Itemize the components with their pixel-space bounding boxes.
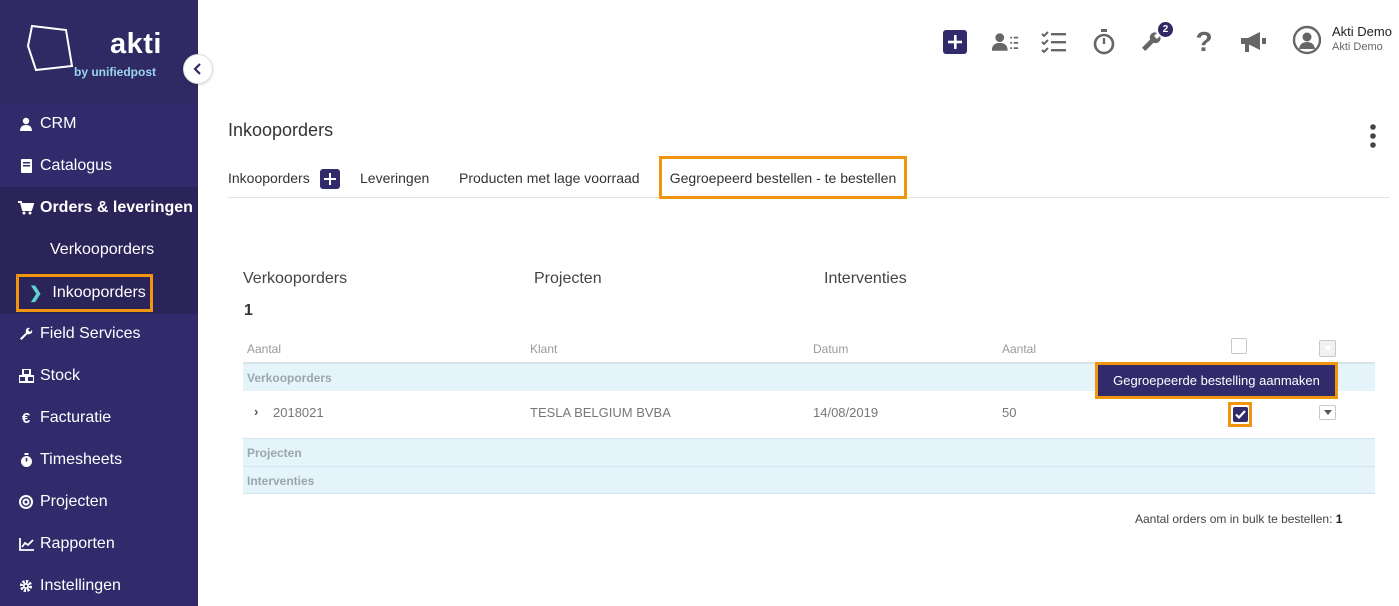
add-inkooporder-button[interactable] xyxy=(320,169,340,189)
collapse-sidebar-button[interactable] xyxy=(183,54,213,84)
user-avatar-button[interactable] xyxy=(1292,25,1322,55)
tab-producten-lage-voorraad[interactable]: Producten met lage voorraad xyxy=(459,170,640,186)
sidebar-item-label: Orders & leveringen xyxy=(40,199,193,216)
sidebar-item-stock[interactable]: Stock xyxy=(0,355,198,397)
question-icon: ? xyxy=(1195,26,1213,57)
user-name[interactable]: Akti Demo xyxy=(1332,24,1392,39)
target-icon xyxy=(18,494,34,510)
euro-icon: € xyxy=(21,409,31,427)
book-icon xyxy=(18,158,34,174)
create-grouped-order-menu-item[interactable]: Gegroepeerde bestelling aanmaken xyxy=(1095,362,1338,399)
row-actions-dropdown[interactable] xyxy=(1319,405,1336,420)
chevron-left-icon xyxy=(193,63,201,75)
tab-gegroepeerd-bestellen[interactable]: Gegroepeerd bestellen - te bestellen xyxy=(659,156,907,199)
sidebar-subitem-label: Inkooporders xyxy=(52,284,146,301)
user-icon xyxy=(18,116,34,132)
header-actions-dropdown[interactable] xyxy=(1319,340,1336,357)
sidebar-item-facturatie[interactable]: € Facturatie xyxy=(0,397,198,439)
sidebar-item-label: CRM xyxy=(40,115,77,132)
add-button[interactable] xyxy=(941,28,969,56)
summary-header-projecten: Projecten xyxy=(534,270,602,287)
sidebar-item-instellingen[interactable]: Instellingen xyxy=(0,565,198,606)
tab-inkooporders[interactable]: Inkooporders xyxy=(228,170,310,186)
more-options-button[interactable] xyxy=(1366,124,1380,150)
sidebar-item-crm[interactable]: CRM xyxy=(0,103,198,145)
expand-row-icon[interactable]: › xyxy=(254,404,258,419)
sidebar-item-label: Projecten xyxy=(40,493,108,510)
user-circle-icon xyxy=(1292,25,1322,55)
caret-down-icon xyxy=(1323,346,1332,351)
sidebar-item-label: Facturatie xyxy=(40,409,112,426)
sidebar-item-rapporten[interactable]: Rapporten xyxy=(0,523,198,565)
row-order-number[interactable]: 2018021 xyxy=(273,405,324,420)
table-bottom-border xyxy=(243,493,1375,494)
timer-button[interactable] xyxy=(1090,28,1118,56)
sidebar-item-label: Rapporten xyxy=(40,535,115,552)
contacts-button[interactable] xyxy=(991,28,1019,56)
logo-mark-icon xyxy=(26,24,74,72)
select-all-checkbox[interactable] xyxy=(1231,338,1247,354)
column-header-klant: Klant xyxy=(530,342,558,356)
row-quantity: 50 xyxy=(1002,405,1017,420)
sidebar-item-label: Timesheets xyxy=(40,451,123,468)
cubes-icon xyxy=(18,368,34,384)
kebab-menu-icon xyxy=(1370,124,1376,148)
sidebar-item-field-services[interactable]: Field Services xyxy=(0,313,198,355)
summary-value-verkooporders: 1 xyxy=(244,302,253,319)
contacts-list-icon xyxy=(991,33,1019,51)
bulk-order-count: Aantal orders om in bulk te bestellen: 1 xyxy=(1135,512,1342,526)
sidebar-item-orders[interactable]: Orders & leveringen xyxy=(0,187,198,229)
bulk-order-count-label: Aantal orders om in bulk te bestellen: xyxy=(1135,512,1333,526)
sidebar-item-label: Instellingen xyxy=(40,577,121,594)
help-button[interactable]: ? xyxy=(1190,26,1218,57)
section-projecten: Projecten xyxy=(243,438,1375,466)
caret-down-icon xyxy=(1323,410,1332,415)
user-company: Akti Demo xyxy=(1332,41,1383,53)
column-header-aantal: Aantal xyxy=(1002,342,1037,356)
sidebar-item-timesheets[interactable]: Timesheets xyxy=(0,439,198,481)
column-header-datum: Datum xyxy=(813,342,849,356)
plus-icon xyxy=(324,173,336,185)
megaphone-icon xyxy=(1241,32,1266,52)
wrench-icon xyxy=(18,326,34,342)
checklist-icon xyxy=(1041,31,1066,53)
tasks-button[interactable] xyxy=(1040,28,1068,56)
sidebar-subitem-verkooporders[interactable]: Verkooporders xyxy=(50,241,154,259)
summary-header-interventies: Interventies xyxy=(824,270,907,287)
announcements-button[interactable] xyxy=(1238,28,1270,56)
summary-header-verkooporders: Verkooporders xyxy=(243,270,348,287)
checkbox-checked-icon xyxy=(1232,407,1248,422)
sidebar-subitem-inkooporders[interactable]: ❯ Inkooporders xyxy=(16,274,153,312)
tab-leveringen[interactable]: Leveringen xyxy=(360,170,429,186)
cart-icon xyxy=(18,200,34,216)
logo-text: akti xyxy=(110,28,162,60)
bulk-order-count-value: 1 xyxy=(1335,512,1343,526)
tools-button[interactable]: 2 xyxy=(1140,22,1173,56)
page-title: Inkooporders xyxy=(228,120,334,140)
row-date: 14/08/2019 xyxy=(813,405,879,420)
sidebar-item-label: Catalogus xyxy=(40,157,113,174)
stopwatch-icon xyxy=(1093,29,1115,55)
column-header-number: Aantal xyxy=(247,342,282,356)
logo-tagline: by unifiedpost xyxy=(74,65,156,79)
section-interventies: Interventies xyxy=(243,466,1375,494)
logo-area: akti by unifiedpost xyxy=(0,0,198,104)
row-select-checkbox[interactable] xyxy=(1228,402,1252,427)
sidebar-item-catalogus[interactable]: Catalogus xyxy=(0,145,198,187)
chart-icon xyxy=(18,536,34,552)
sidebar-item-label: Field Services xyxy=(40,325,141,342)
plus-icon xyxy=(943,30,967,54)
chevron-right-icon: ❯ xyxy=(29,285,43,302)
sidebar: akti by unifiedpost CRM Catalogus Orders… xyxy=(0,0,213,606)
notification-badge: 2 xyxy=(1158,22,1173,37)
row-client: TESLA BELGIUM BVBA xyxy=(530,405,671,420)
sidebar-item-projecten[interactable]: Projecten xyxy=(0,481,198,523)
sidebar-item-label: Stock xyxy=(40,367,81,384)
gear-icon xyxy=(18,578,34,594)
stopwatch-icon xyxy=(18,452,34,468)
